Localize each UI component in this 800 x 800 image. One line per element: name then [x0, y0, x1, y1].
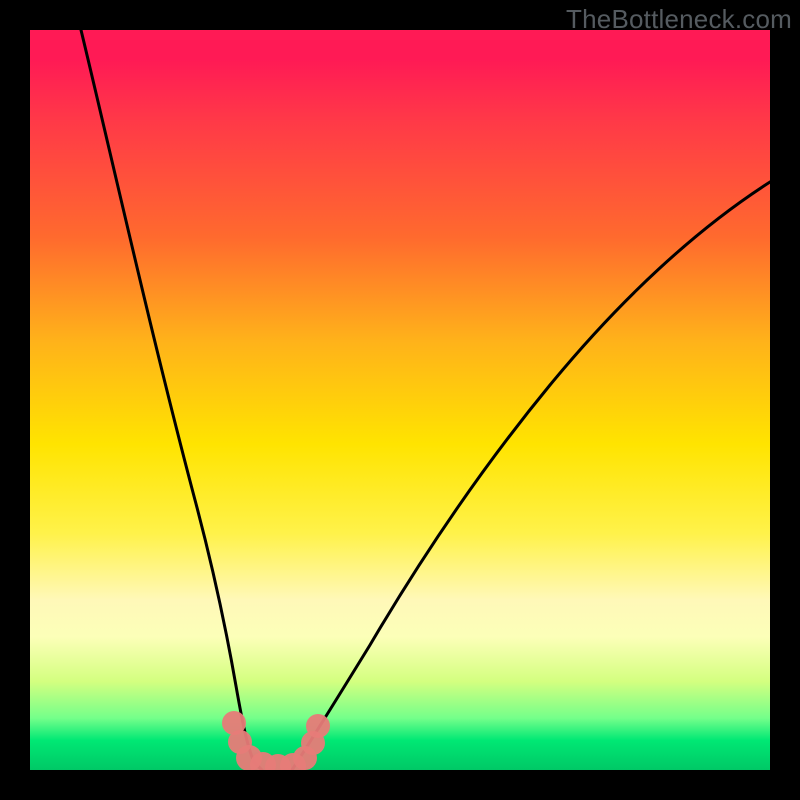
curve-right	[292, 182, 770, 770]
chart-svg	[30, 30, 770, 770]
bottom-marker-dots	[222, 711, 330, 770]
watermark-text: TheBottleneck.com	[566, 4, 792, 35]
chart-stage: TheBottleneck.com	[0, 0, 800, 800]
curve-left	[81, 30, 262, 770]
